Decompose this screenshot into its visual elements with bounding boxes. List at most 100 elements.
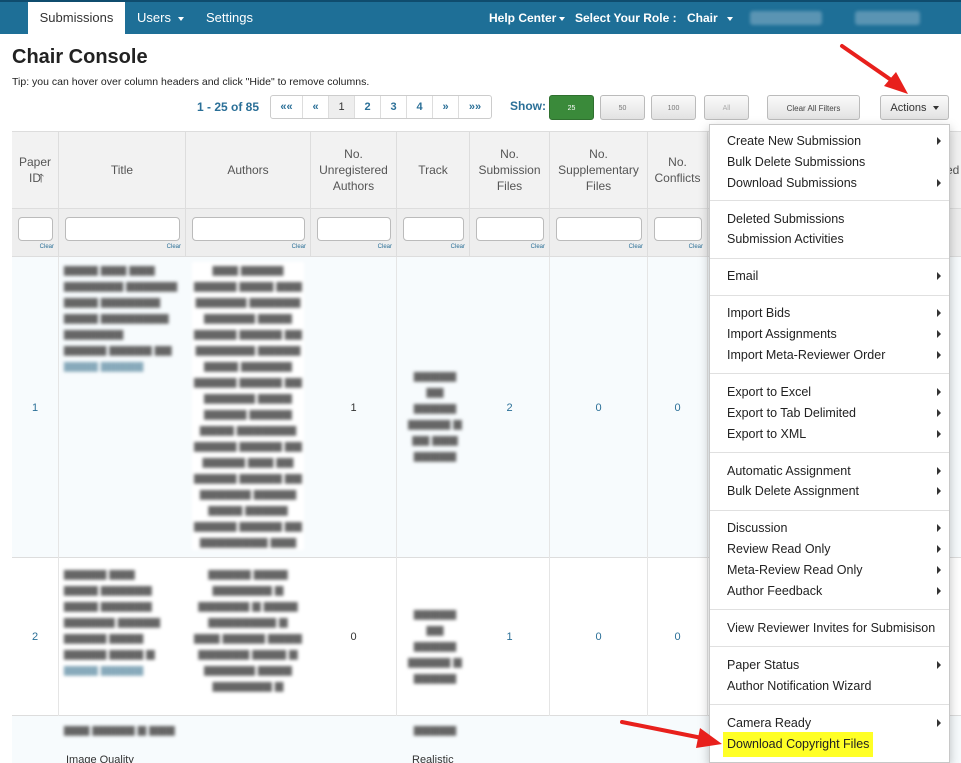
menu-item-label: Meta-Review Read Only — [727, 563, 863, 577]
menu-item-author-notification-wizard[interactable]: Author Notification Wizard — [727, 676, 941, 696]
menu-item-download-submissions[interactable]: Download Submissions — [727, 173, 941, 193]
filter-input-paper-id[interactable] — [18, 217, 53, 241]
menu-item-view-reviewer-invites[interactable]: View Reviewer Invites for Submisison — [727, 618, 941, 638]
menu-item-camera-ready[interactable]: Camera Ready — [727, 713, 941, 733]
menu-item-meta-review-read-only[interactable]: Meta-Review Read Only — [727, 560, 941, 580]
paper-id-cell[interactable]: 2 — [12, 558, 59, 716]
submission-files-cell[interactable]: 1 — [470, 558, 550, 716]
clear-filter-link[interactable]: Clear — [451, 244, 465, 250]
clear-filter-link[interactable]: Clear — [167, 244, 181, 250]
menu-item-download-copyright-files[interactable]: Download Copyright Files — [723, 732, 874, 757]
filter-conflicts: Clear — [648, 209, 708, 257]
chevron-right-icon — [937, 179, 941, 187]
menu-item-label: Import Bids — [727, 306, 791, 320]
conflicts-cell[interactable]: 0 — [648, 558, 708, 716]
clear-filter-link[interactable]: Clear — [378, 244, 392, 250]
column-header-title[interactable]: Title — [59, 131, 186, 209]
chevron-right-icon — [937, 309, 941, 317]
tab-submissions[interactable]: Submissions — [28, 2, 125, 34]
filter-input-title[interactable] — [65, 217, 180, 241]
chevron-right-icon — [937, 524, 941, 532]
page-1-button[interactable]: 1 — [329, 96, 355, 118]
column-header-paper-id[interactable]: Paper ID 🡑 — [12, 131, 59, 209]
menu-item-label: Download Submissions — [727, 176, 857, 190]
menu-item-submission-activities[interactable]: Submission Activities — [727, 229, 941, 249]
page-next-button[interactable]: » — [433, 96, 459, 118]
filter-submission-files: Clear — [470, 209, 550, 257]
filter-input-unregistered[interactable] — [317, 217, 391, 241]
menu-item-bulk-delete-assignment[interactable]: Bulk Delete Assignment — [727, 481, 941, 501]
filter-input-authors[interactable] — [192, 217, 305, 241]
menu-item-export-to-tab-delimited[interactable]: Export to Tab Delimited — [727, 403, 941, 423]
role-selector[interactable]: Chair — [687, 2, 734, 34]
show-25-button[interactable]: 25 — [549, 95, 594, 120]
menu-item-bulk-delete-submissions[interactable]: Bulk Delete Submissions — [727, 152, 941, 172]
clear-filter-link[interactable]: Clear — [292, 244, 306, 250]
menu-item-label: Import Meta-Reviewer Order — [727, 348, 886, 362]
menu-item-email[interactable]: Email — [727, 266, 941, 286]
supplementary-files-cell[interactable]: 0 — [550, 558, 648, 716]
page-prev-button[interactable]: « — [303, 96, 329, 118]
column-header-conflicts[interactable]: No. Conflicts — [648, 131, 708, 209]
column-header-authors[interactable]: Authors — [186, 131, 311, 209]
menu-item-import-assignments[interactable]: Import Assignments — [727, 324, 941, 344]
menu-divider — [710, 258, 949, 259]
page-2-button[interactable]: 2 — [355, 96, 381, 118]
menu-item-author-feedback[interactable]: Author Feedback — [727, 581, 941, 601]
paper-id-cell[interactable]: 1 — [12, 257, 59, 558]
clear-filter-link[interactable]: Clear — [689, 244, 703, 250]
page-4-button[interactable]: 4 — [407, 96, 433, 118]
submission-files-cell[interactable]: 2 — [470, 257, 550, 558]
blurred-user-menu — [855, 11, 920, 25]
chevron-right-icon — [937, 566, 941, 574]
menu-item-create-new-submission[interactable]: Create New Submission — [727, 131, 941, 151]
filter-input-supplementary-files[interactable] — [556, 217, 642, 241]
clear-filter-link[interactable]: Clear — [629, 244, 643, 250]
clear-all-filters-button[interactable]: Clear All Filters — [767, 95, 860, 120]
show-50-button[interactable]: 50 — [600, 95, 645, 120]
menu-item-label: Export to XML — [727, 427, 807, 441]
menu-item-paper-status[interactable]: Paper Status — [727, 655, 941, 675]
show-100-button[interactable]: 100 — [651, 95, 696, 120]
column-header-submission-files[interactable]: No. Submission Files — [470, 131, 550, 209]
column-header-unregistered-authors[interactable]: No. Unregistered Authors — [311, 131, 397, 209]
page-3-button[interactable]: 3 — [381, 96, 407, 118]
filter-input-track[interactable] — [403, 217, 464, 241]
column-header-track[interactable]: Track — [397, 131, 470, 209]
menu-item-export-to-xml[interactable]: Export to XML — [727, 424, 941, 444]
menu-item-export-to-excel[interactable]: Export to Excel — [727, 382, 941, 402]
chevron-down-icon — [727, 16, 734, 21]
menu-item-import-bids[interactable]: Import Bids — [727, 303, 941, 323]
help-center-menu[interactable]: Help Center — [489, 2, 566, 34]
chevron-right-icon — [937, 661, 941, 669]
blurred-track: ▆▆▆▆▆ ▆▆ ▆▆▆▆▆ ▆▆▆▆▆ ▆ ▆▆▆▆▆ — [408, 608, 462, 684]
filter-input-conflicts[interactable] — [654, 217, 702, 241]
tab-users[interactable]: Users — [137, 2, 184, 34]
column-header-supplementary-files[interactable]: No. Supplementary Files — [550, 131, 648, 209]
clear-filter-link[interactable]: Clear — [40, 244, 54, 250]
actions-button[interactable]: Actions — [880, 95, 949, 120]
conflicts-cell[interactable]: 0 — [648, 257, 708, 558]
menu-item-label: Author Feedback — [727, 584, 823, 598]
chevron-right-icon — [937, 330, 941, 338]
filter-input-submission-files[interactable] — [476, 217, 544, 241]
menu-item-deleted-submissions[interactable]: Deleted Submissions — [727, 209, 941, 229]
chevron-right-icon — [937, 272, 941, 280]
chevron-right-icon — [937, 388, 941, 396]
filter-track: Clear — [397, 209, 470, 257]
menu-item-review-read-only[interactable]: Review Read Only — [727, 539, 941, 559]
menu-item-label: Review Read Only — [727, 542, 831, 556]
menu-item-label: Discussion — [727, 521, 788, 535]
clear-filter-link[interactable]: Clear — [531, 244, 545, 250]
supplementary-files-cell[interactable]: 0 — [550, 257, 648, 558]
show-all-button[interactable]: All — [704, 95, 749, 120]
unregistered-cell: 1 — [311, 257, 397, 558]
menu-item-discussion[interactable]: Discussion — [727, 518, 941, 538]
pager-info: 1 - 25 of 85 — [197, 100, 260, 114]
tab-settings[interactable]: Settings — [206, 2, 253, 34]
page-last-button[interactable]: »» — [459, 96, 491, 118]
menu-item-import-meta-reviewer-order[interactable]: Import Meta-Reviewer Order — [727, 345, 941, 365]
menu-item-automatic-assignment[interactable]: Automatic Assignment — [727, 461, 941, 481]
page-first-button[interactable]: «« — [271, 96, 303, 118]
menu-item-label: Camera Ready — [727, 716, 812, 730]
